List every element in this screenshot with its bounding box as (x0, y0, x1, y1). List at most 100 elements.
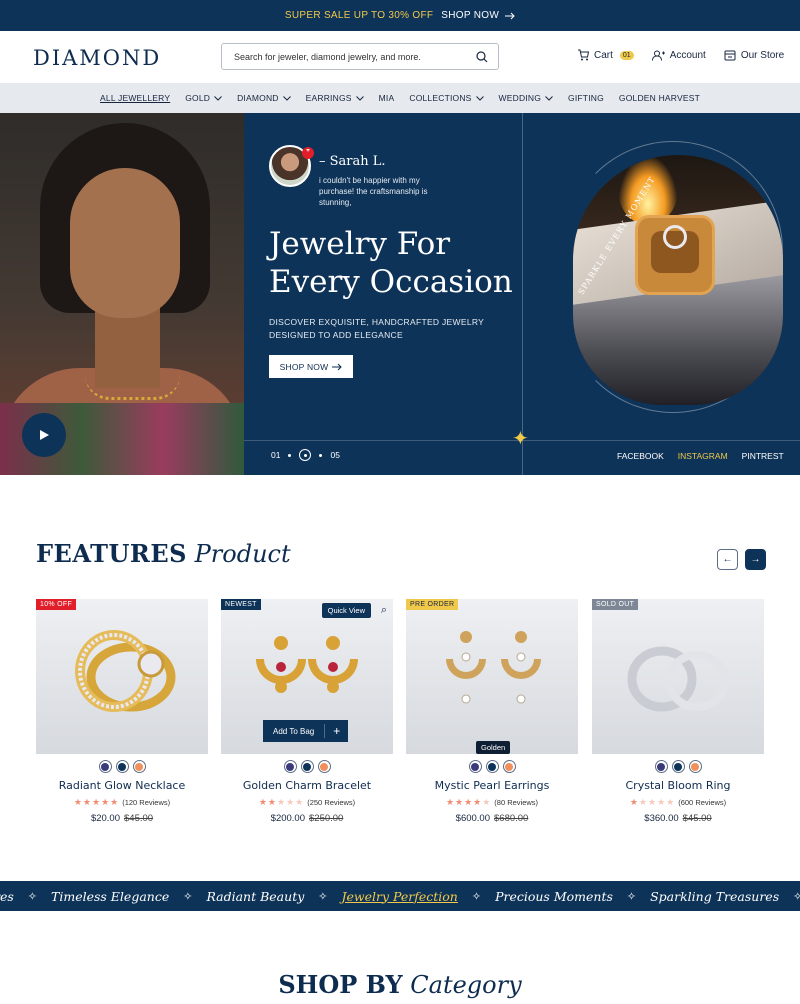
arrow-right-icon (505, 12, 515, 19)
old-price: $45.00 (682, 813, 712, 824)
color-swatches (406, 760, 578, 773)
color-swatch[interactable] (688, 760, 702, 773)
slide-end: 05 (330, 450, 340, 460)
nav-item-label: GOLDEN HARVEST (618, 93, 700, 103)
product-name[interactable]: Crystal Bloom Ring (592, 779, 764, 792)
sparkle-icon: ✧ (793, 889, 800, 903)
color-swatch[interactable] (654, 760, 668, 773)
hero-shop-button[interactable]: SHOP NOW (269, 355, 353, 378)
hero-shop-label: SHOP NOW (279, 361, 329, 372)
product-price: $600.00 $680.00 (406, 813, 578, 824)
product-rating: ★★★★★ (120 Reviews) (36, 797, 208, 808)
nav-item[interactable]: GOLD (185, 93, 222, 103)
slide-dot[interactable] (288, 453, 292, 457)
color-swatch[interactable] (485, 760, 499, 773)
product-name[interactable]: Golden Charm Bracelet (221, 779, 393, 792)
search-input[interactable]: Search for jeweler, diamond jewelry, and… (221, 43, 499, 70)
nav-item[interactable]: COLLECTIONS (409, 93, 484, 103)
product-card[interactable]: NEWEST Quick View ⌕ Add To Bag + Golden Charm… (221, 599, 393, 824)
ring-box-photo (573, 155, 783, 405)
current-price: $200.00 (270, 813, 305, 824)
chevron-down-icon (214, 95, 222, 101)
product-rating: ★★★★★ (80 Reviews) (406, 797, 578, 808)
nav-item-label: ALL JEWELLERY (100, 93, 171, 103)
prev-button[interactable]: ← (717, 549, 738, 570)
product-card[interactable]: SOLD OUT Crystal Bloom Ring ★★★★★ (600 Revi… (592, 599, 764, 824)
search-icon[interactable]: ⌕ (381, 604, 387, 617)
color-swatch[interactable] (317, 760, 331, 773)
silver-rings-image (627, 646, 729, 712)
play-video-button[interactable] (22, 413, 66, 457)
pearl-earrings-image (446, 631, 541, 704)
swatch-tooltip: Golden (476, 741, 511, 754)
account-button[interactable]: Account (651, 50, 706, 61)
color-swatch[interactable] (468, 760, 482, 773)
next-button[interactable]: → (745, 549, 766, 570)
product-card[interactable]: 10% OFF Radiant Glow Necklace ★★★★★ (120 Re… (36, 599, 208, 824)
color-swatch[interactable] (115, 760, 129, 773)
store-label: Our Store (740, 49, 785, 61)
color-swatch[interactable] (502, 760, 516, 773)
product-card[interactable]: PRE ORDER Mystic Pearl Earrings ★★★★★ (80 R… (406, 599, 578, 824)
marquee-item: Precious Moments (495, 888, 613, 904)
nav-item[interactable]: GIFTING (568, 93, 604, 103)
store-icon (724, 50, 736, 60)
slide-dot[interactable] (319, 453, 323, 457)
testimonial: ❞ – Sarah L. i couldn't be happier with … (269, 145, 449, 208)
color-swatch[interactable] (132, 760, 146, 773)
category-title: SHOP BY Category (0, 970, 800, 999)
nav-item[interactable]: MIA (379, 93, 395, 103)
color-swatch[interactable] (98, 760, 112, 773)
slide-dot-active[interactable] (299, 449, 312, 461)
color-swatch[interactable] (300, 760, 314, 773)
social-pinterest[interactable]: PINTREST (742, 451, 784, 461)
divider (522, 113, 523, 475)
social-instagram[interactable]: INSTAGRAM (678, 451, 728, 461)
nav-item-label: WEDDING (498, 93, 542, 103)
cart-button[interactable]: Cart 01 (577, 49, 634, 61)
color-swatch[interactable] (283, 760, 297, 773)
star-rating: ★★★★★ (73, 797, 120, 807)
features-title-bold: FEATURES (36, 539, 187, 568)
sparkle-icon: ✧ (27, 889, 38, 903)
search-icon[interactable] (476, 50, 488, 63)
star-rating: ★★★★★ (445, 797, 492, 807)
nav-item-label: GOLD (185, 93, 211, 103)
promo-bar: SUPER SALE UP TO 30% OFF SHOP NOW (0, 0, 800, 31)
plus-icon[interactable]: + (324, 724, 348, 738)
sparkle-icon: ✧ (183, 889, 193, 903)
nav-item-label: DIAMOND (237, 93, 279, 103)
account-icon (651, 50, 665, 61)
product-image[interactable]: PRE ORDER (406, 599, 578, 754)
nav-item[interactable]: EARRINGS (306, 93, 364, 103)
cart-icon (578, 49, 589, 61)
nav-item[interactable]: DIAMOND (237, 93, 291, 103)
product-name[interactable]: Mystic Pearl Earrings (406, 779, 578, 792)
testimonial-name: – Sarah L. (319, 154, 386, 169)
nav-item[interactable]: GOLDEN HARVEST (619, 93, 700, 103)
product-image[interactable]: NEWEST Quick View ⌕ Add To Bag + (221, 599, 393, 754)
header-actions: Cart 01 Account Our Store (577, 49, 784, 61)
arrow-right-icon: → (750, 554, 761, 565)
store-button[interactable]: Our Store (724, 50, 784, 61)
nav-item[interactable]: WEDDING (499, 93, 553, 103)
chevron-down-icon (545, 95, 553, 101)
social-links: FACEBOOK INSTAGRAM PINTREST (617, 451, 784, 461)
marquee-item: res (0, 888, 14, 904)
nav-item[interactable]: ALL JEWELLERY (100, 93, 170, 103)
current-price: $600.00 (455, 813, 490, 824)
quick-view-label[interactable]: Quick View (321, 603, 371, 618)
add-to-bag-button[interactable]: Add To Bag + (263, 720, 349, 742)
product-image[interactable]: SOLD OUT (592, 599, 764, 754)
color-swatch[interactable] (671, 760, 685, 773)
arrow-right-icon (332, 363, 343, 370)
promo-shop-link[interactable]: SHOP NOW (441, 10, 515, 21)
product-image[interactable]: 10% OFF (36, 599, 208, 754)
social-facebook[interactable]: FACEBOOK (617, 451, 664, 461)
chevron-down-icon (475, 95, 484, 101)
marquee-item: Radiant Beauty (206, 888, 305, 904)
cart-label: Cart (594, 49, 613, 61)
logo[interactable]: DIAMOND (33, 46, 161, 70)
nav-item-label: MIA (378, 93, 395, 103)
product-name[interactable]: Radiant Glow Necklace (36, 779, 208, 792)
